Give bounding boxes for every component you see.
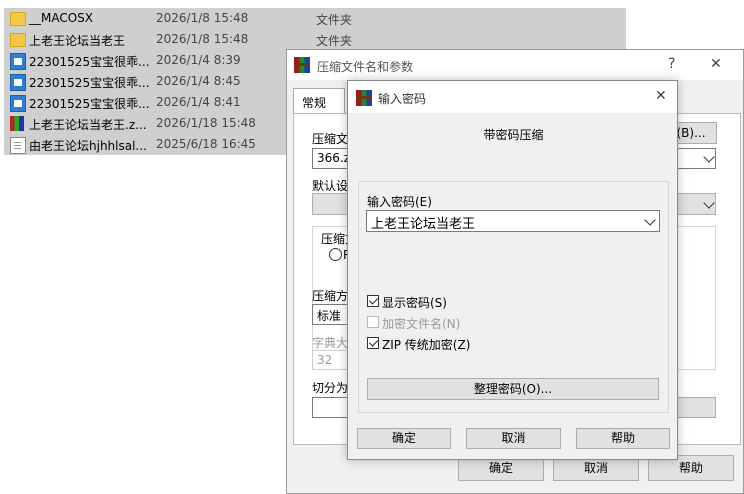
zip-legacy-encryption-checkbox[interactable] — [367, 337, 379, 349]
file-date: 2026/1/4 8:45 — [156, 74, 241, 88]
image-file-icon — [10, 74, 26, 91]
encrypt-filenames-checkbox[interactable] — [367, 316, 379, 328]
password-input[interactable]: 上老王论坛当老王 — [366, 210, 660, 232]
folder-icon — [10, 12, 26, 26]
file-type: 文件夹 — [316, 13, 353, 27]
tab-general-label: 常规 — [302, 96, 327, 110]
password-value: 上老王论坛当老王 — [371, 217, 476, 232]
file-name: 上老王论坛当老王.z... — [29, 118, 147, 132]
archive-name-label: 压缩文 — [312, 132, 349, 146]
file-name: __MACOSX — [29, 11, 94, 25]
chevron-down-icon — [703, 151, 715, 163]
show-password-label: 显示密码(S) — [382, 296, 447, 310]
encrypt-filenames-label: 加密文件名(N) — [382, 317, 461, 331]
file-name: 22301525宝宝很乖... — [29, 55, 150, 69]
archive-dialog-titlebar[interactable]: 压缩文件名和参数 ? ✕ — [287, 50, 743, 80]
help-icon[interactable]: ? — [668, 56, 675, 72]
password-dialog-titlebar[interactable]: 输入密码 ✕ — [348, 81, 677, 113]
set-password-button[interactable] — [677, 397, 716, 418]
image-file-icon — [10, 95, 26, 112]
file-row[interactable]: 上老王论坛当老王 2026/1/8 15:48 文件夹 — [4, 29, 626, 50]
file-date: 2026/1/4 8:39 — [156, 53, 241, 67]
password-dialog: 输入密码 ✕ 带密码压缩 输入密码(E) 上老王论坛当老王 显示密码(S) 加密… — [347, 80, 678, 460]
close-icon[interactable]: ✕ — [655, 88, 667, 104]
file-date: 2025/6/18 16:45 — [156, 137, 256, 151]
text-file-icon — [10, 137, 26, 154]
chevron-down-icon — [644, 214, 656, 226]
password-help-button[interactable]: 帮助 — [576, 428, 670, 449]
default-profile-label: 默认设 — [312, 179, 349, 193]
file-name: 22301525宝宝很乖... — [29, 76, 150, 90]
method-value: 标准 — [317, 309, 342, 323]
winrar-logo-icon — [356, 90, 372, 106]
winrar-logo-icon — [294, 57, 310, 73]
file-date: 2026/1/8 15:48 — [156, 32, 249, 46]
file-row[interactable]: __MACOSX 2026/1/8 15:48 文件夹 — [4, 8, 626, 29]
method-label: 压缩方 — [312, 289, 349, 303]
file-name: 上老王论坛当老王 — [29, 34, 126, 48]
close-icon[interactable]: ✕ — [710, 56, 722, 72]
format-radio[interactable] — [329, 248, 342, 261]
dialog-heading: 带密码压缩 — [483, 128, 544, 142]
file-name: 由老王论坛hjhhlsal... — [29, 139, 147, 153]
split-input[interactable] — [312, 397, 352, 418]
password-dialog-title: 输入密码 — [378, 92, 427, 106]
file-date: 2026/1/4 8:41 — [156, 95, 241, 109]
archive-dialog-title: 压缩文件名和参数 — [317, 60, 414, 74]
dictionary-value: 32 — [317, 353, 333, 367]
image-file-icon — [10, 53, 26, 70]
password-ok-button[interactable]: 确定 — [357, 428, 451, 449]
split-label: 切分为 — [312, 381, 349, 395]
folder-icon — [10, 33, 26, 47]
show-password-checkbox[interactable] — [367, 295, 379, 307]
organize-passwords-button[interactable]: 整理密码(O)... — [367, 378, 659, 400]
method-select[interactable]: 标准 — [312, 304, 352, 325]
password-label: 输入密码(E) — [367, 195, 432, 209]
file-type: 文件夹 — [316, 34, 353, 48]
dictionary-select[interactable]: 32 — [312, 350, 352, 370]
rar-archive-icon — [10, 116, 24, 131]
file-name: 22301525宝宝很乖... — [29, 97, 150, 111]
zip-legacy-encryption-label: ZIP 传统加密(Z) — [382, 338, 471, 352]
file-date: 2026/1/18 15:48 — [156, 116, 256, 130]
dictionary-label: 字典大 — [312, 336, 349, 350]
chevron-down-icon — [703, 197, 715, 209]
file-date: 2026/1/8 15:48 — [156, 11, 249, 25]
password-cancel-button[interactable]: 取消 — [466, 428, 561, 449]
